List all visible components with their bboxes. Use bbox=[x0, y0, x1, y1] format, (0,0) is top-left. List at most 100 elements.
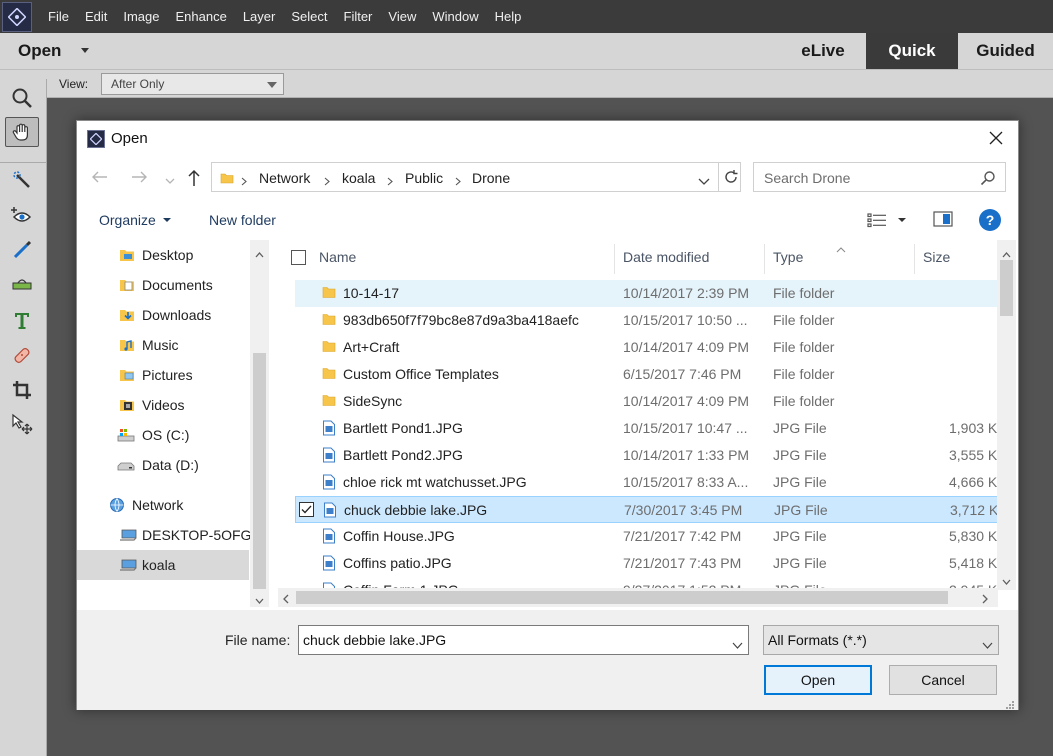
hand-icon[interactable] bbox=[5, 117, 39, 147]
sidebar-item-downloads[interactable]: Downloads bbox=[77, 300, 249, 330]
app-logo-icon[interactable] bbox=[2, 1, 32, 32]
breadcrumb-drone[interactable]: Drone bbox=[472, 170, 510, 186]
menu-layer[interactable]: Layer bbox=[243, 9, 276, 24]
open-button[interactable]: Open bbox=[764, 665, 872, 695]
file-row[interactable]: Art+Craft 10/14/2017 4:09 PM File folder bbox=[295, 334, 999, 361]
menu-file[interactable]: File bbox=[48, 9, 69, 24]
red-eye-icon[interactable] bbox=[5, 201, 39, 231]
file-row[interactable]: 983db650f7f79bc8e87d9a3ba418aefc 10/15/20… bbox=[295, 307, 999, 334]
spot-healing-icon[interactable] bbox=[5, 340, 39, 370]
file-name-value: chuck debbie lake.JPG bbox=[303, 632, 447, 648]
search-input[interactable]: Search Drone bbox=[753, 162, 1006, 192]
organize-button[interactable]: Organize bbox=[99, 212, 156, 228]
file-row[interactable]: Bartlett Pond2.JPG 10/14/2017 1:33 PM JPG … bbox=[295, 442, 999, 469]
breadcrumb-network[interactable]: Network bbox=[259, 170, 310, 186]
file-row[interactable]: Bartlett Pond1.JPG 10/15/2017 10:47 ... JP… bbox=[295, 415, 999, 442]
file-row[interactable]: chloe rick mt watchusset.JPG 10/15/2017 8… bbox=[295, 469, 999, 496]
recent-locations-chevron-icon[interactable] bbox=[165, 173, 175, 188]
chevron-right-icon[interactable] bbox=[982, 592, 988, 607]
close-icon[interactable] bbox=[983, 127, 1009, 149]
refresh-icon[interactable] bbox=[718, 163, 742, 191]
view-select[interactable]: After Only bbox=[101, 73, 284, 95]
file-row[interactable]: SideSync 10/14/2017 4:09 PM File folder bbox=[295, 388, 999, 415]
app-logo-icon bbox=[87, 130, 105, 148]
menu-help[interactable]: Help bbox=[495, 9, 522, 24]
straighten-icon[interactable] bbox=[5, 269, 39, 299]
file-row[interactable]: Custom Office Templates 6/15/2017 7:46 PM… bbox=[295, 361, 999, 388]
menu-enhance[interactable]: Enhance bbox=[176, 9, 227, 24]
menu-edit[interactable]: Edit bbox=[85, 9, 107, 24]
chevron-down-icon[interactable] bbox=[255, 592, 264, 607]
select-all-checkbox[interactable] bbox=[291, 250, 306, 265]
forward-arrow-icon[interactable] bbox=[130, 169, 148, 188]
file-name-input[interactable]: chuck debbie lake.JPG bbox=[298, 625, 749, 655]
file-type-value: All Formats (*.*) bbox=[768, 632, 867, 648]
column-header-date[interactable]: Date modified bbox=[623, 249, 709, 265]
sidebar-item-music[interactable]: Music bbox=[77, 330, 249, 360]
open-menu-button[interactable]: Open bbox=[18, 41, 61, 61]
sidebar-item-data-d[interactable]: Data (D:) bbox=[77, 450, 249, 480]
chevron-down-icon[interactable] bbox=[898, 218, 906, 222]
file-type-select[interactable]: All Formats (*.*) bbox=[763, 625, 999, 655]
chevron-up-icon[interactable] bbox=[255, 246, 264, 261]
preview-pane-icon[interactable] bbox=[933, 211, 953, 230]
whiten-teeth-icon[interactable] bbox=[5, 235, 39, 265]
options-bar: View: After Only bbox=[0, 70, 1053, 98]
type-icon[interactable] bbox=[5, 305, 39, 335]
new-folder-button[interactable]: New folder bbox=[209, 212, 276, 228]
column-header-name[interactable]: Name bbox=[319, 249, 356, 265]
column-header-type[interactable]: Type bbox=[773, 249, 803, 265]
breadcrumb-koala[interactable]: koala bbox=[342, 170, 375, 186]
image-file-icon bbox=[322, 447, 336, 466]
file-name: 983db650f7f79bc8e87d9a3ba418aefc bbox=[343, 312, 579, 328]
column-header-size[interactable]: Size bbox=[923, 249, 950, 265]
tab-elive[interactable]: eLive bbox=[780, 33, 866, 69]
sidebar-item-desktop[interactable]: Desktop bbox=[77, 240, 249, 270]
computer-icon bbox=[119, 527, 137, 543]
chevron-down-icon[interactable] bbox=[698, 174, 710, 189]
breadcrumb-public[interactable]: Public bbox=[405, 170, 443, 186]
crop-icon[interactable] bbox=[5, 375, 39, 405]
cancel-button[interactable]: Cancel bbox=[889, 665, 997, 695]
tab-guided[interactable]: Guided bbox=[958, 33, 1053, 69]
file-row[interactable]: chuck debbie lake.JPG 7/30/2017 3:45 PM JP… bbox=[295, 496, 999, 523]
file-row[interactable]: Coffin House.JPG 7/21/2017 7:42 PM JPG Fil… bbox=[295, 523, 999, 550]
address-bar[interactable]: Network koala Public Drone bbox=[211, 162, 741, 192]
sidebar-item-videos[interactable]: Videos bbox=[77, 390, 249, 420]
chevron-left-icon[interactable] bbox=[283, 592, 289, 607]
search-icon[interactable] bbox=[980, 170, 996, 189]
move-icon[interactable] bbox=[5, 409, 39, 439]
chevron-down-icon[interactable] bbox=[732, 637, 743, 652]
chevron-down-icon[interactable] bbox=[81, 48, 89, 53]
quick-selection-icon[interactable] bbox=[5, 165, 39, 195]
row-checkbox[interactable] bbox=[299, 502, 314, 517]
scrollbar-thumb[interactable] bbox=[253, 353, 266, 589]
scrollbar-thumb[interactable] bbox=[1000, 260, 1013, 316]
file-list-scrollbar[interactable] bbox=[997, 240, 1016, 590]
change-view-icon[interactable] bbox=[867, 212, 887, 231]
tab-quick[interactable]: Quick bbox=[866, 33, 958, 69]
back-arrow-icon[interactable] bbox=[91, 169, 109, 188]
sidebar-item-documents[interactable]: Documents bbox=[77, 270, 249, 300]
sidebar-item-os-c[interactable]: OS (C:) bbox=[77, 420, 249, 450]
file-row[interactable]: Coffins patio.JPG 7/21/2017 7:43 PM JPG Fi… bbox=[295, 550, 999, 577]
sidebar-item-pictures[interactable]: Pictures bbox=[77, 360, 249, 390]
menu-select[interactable]: Select bbox=[291, 9, 327, 24]
up-arrow-icon[interactable] bbox=[186, 169, 202, 190]
menu-image[interactable]: Image bbox=[123, 9, 159, 24]
file-list-horizontal-scrollbar[interactable] bbox=[278, 588, 998, 607]
scrollbar-thumb[interactable] bbox=[296, 591, 948, 604]
zoom-icon[interactable] bbox=[5, 83, 39, 113]
chevron-up-icon[interactable] bbox=[1002, 246, 1011, 261]
menu-view[interactable]: View bbox=[388, 9, 416, 24]
chevron-down-icon[interactable] bbox=[1002, 573, 1011, 588]
resize-grip-icon[interactable] bbox=[1005, 698, 1015, 713]
help-icon[interactable]: ? bbox=[979, 209, 1001, 231]
menu-filter[interactable]: Filter bbox=[344, 9, 373, 24]
menu-window[interactable]: Window bbox=[432, 9, 478, 24]
navigation-scrollbar[interactable] bbox=[250, 240, 269, 607]
sidebar-item-network[interactable]: Network bbox=[77, 490, 249, 520]
sidebar-item-koala[interactable]: koala bbox=[77, 550, 249, 580]
file-row[interactable]: 10-14-17 10/14/2017 2:39 PM File folder bbox=[295, 280, 999, 307]
sidebar-item-desktop-5ofg3[interactable]: DESKTOP-5OFG3 bbox=[77, 520, 259, 550]
